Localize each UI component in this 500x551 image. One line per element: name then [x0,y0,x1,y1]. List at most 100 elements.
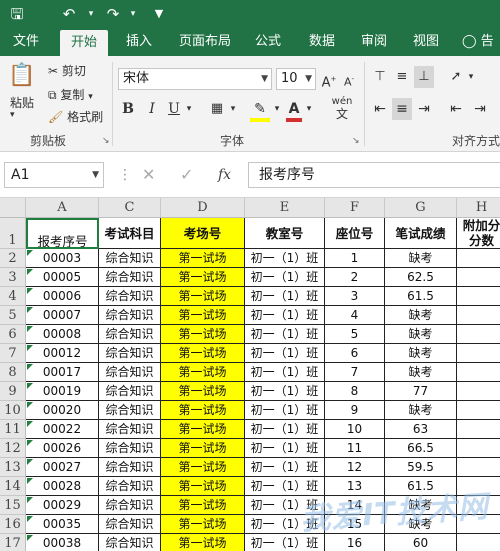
table-cell[interactable]: 00026 [26,439,99,458]
table-cell[interactable]: 11 [325,439,385,458]
table-cell[interactable]: 初一（1）班 [245,268,325,287]
table-cell[interactable]: 00020 [26,401,99,420]
table-cell[interactable]: 第一试场 [161,477,245,496]
table-cell[interactable]: 第一试场 [161,439,245,458]
row-header[interactable]: 13 [0,458,26,477]
tab-tell-me[interactable]: ◯ 告 [462,28,500,56]
font-color-dropdown-icon[interactable]: ▾ [304,98,314,120]
tab-home[interactable]: 开始 [60,30,108,56]
undo-icon[interactable]: ↶ [58,4,80,24]
table-cell[interactable]: 00006 [26,287,99,306]
row-header[interactable]: 12 [0,439,26,458]
table-cell[interactable]: 16 [325,534,385,551]
header-cell[interactable]: 教室号 [245,218,325,249]
table-cell[interactable]: 初一（1）班 [245,306,325,325]
select-all-corner[interactable] [0,198,26,218]
table-cell[interactable]: 59.5 [385,458,457,477]
column-header-e[interactable]: E [245,198,325,218]
copy-button[interactable]: ⧉ 复制 ▾ [48,86,93,103]
table-cell[interactable]: 综合知识 [99,401,161,420]
table-cell[interactable]: 第一试场 [161,344,245,363]
table-cell[interactable]: 63 [385,420,457,439]
row-header[interactable]: 3 [0,268,26,287]
underline-dropdown-icon[interactable]: ▾ [184,98,194,120]
table-cell[interactable]: 综合知识 [99,458,161,477]
table-cell[interactable]: 66.5 [385,439,457,458]
table-cell[interactable]: 初一（1）班 [245,439,325,458]
table-cell[interactable]: 综合知识 [99,420,161,439]
table-cell[interactable]: 00035 [26,515,99,534]
table-cell[interactable]: 缺考 [385,306,457,325]
row-header[interactable]: 5 [0,306,26,325]
tab-file[interactable]: 文件 [4,28,48,56]
header-cell[interactable]: 附加分分数 [457,218,500,249]
tab-review[interactable]: 审阅 [354,28,394,56]
table-cell[interactable]: 00017 [26,363,99,382]
decrease-indent-icon[interactable]: ⇤ [446,98,466,120]
enter-icon[interactable]: ✓ [180,162,193,188]
increase-indent-icon[interactable]: ⇥ [470,98,490,120]
font-launcher-icon[interactable]: ↘ [352,136,360,146]
table-cell[interactable] [457,401,500,420]
table-cell[interactable] [457,382,500,401]
tab-formulas[interactable]: 公式 [248,28,288,56]
name-box[interactable]: A1 ▼ [4,162,104,188]
table-cell[interactable]: 00022 [26,420,99,439]
table-cell[interactable]: 12 [325,458,385,477]
table-cell[interactable]: 初一（1）班 [245,325,325,344]
table-cell[interactable]: 2 [325,268,385,287]
table-cell[interactable]: 综合知识 [99,515,161,534]
row-header[interactable]: 17 [0,534,26,551]
table-cell[interactable]: 第一试场 [161,249,245,268]
table-cell[interactable]: 初一（1）班 [245,401,325,420]
align-center-icon[interactable]: ≡ [392,98,412,120]
header-cell[interactable]: 座位号 [325,218,385,249]
table-cell[interactable]: 综合知识 [99,477,161,496]
header-cell[interactable]: 报考序号 [26,218,99,249]
table-cell[interactable]: 综合知识 [99,363,161,382]
orientation-icon[interactable]: ➚ [446,66,466,88]
table-cell[interactable]: 10 [325,420,385,439]
align-right-icon[interactable]: ⇥ [414,98,434,120]
table-cell[interactable]: 60 [385,534,457,551]
table-cell[interactable] [457,439,500,458]
table-cell[interactable]: 综合知识 [99,344,161,363]
tab-view[interactable]: 视图 [406,28,446,56]
table-cell[interactable]: 初一（1）班 [245,344,325,363]
table-cell[interactable]: 7 [325,363,385,382]
table-cell[interactable]: 综合知识 [99,439,161,458]
font-name-select[interactable]: 宋体 ▼ [118,68,272,90]
align-middle-icon[interactable]: ≡ [392,66,412,88]
table-cell[interactable]: 第一试场 [161,401,245,420]
column-header-h[interactable]: H [457,198,500,218]
table-cell[interactable]: 第一试场 [161,515,245,534]
table-cell[interactable]: 第一试场 [161,268,245,287]
table-cell[interactable]: 00038 [26,534,99,551]
tab-data[interactable]: 数据 [302,28,342,56]
table-cell[interactable] [457,249,500,268]
table-cell[interactable]: 00028 [26,477,99,496]
bold-button[interactable]: B [120,98,136,120]
underline-button[interactable]: U [166,98,182,120]
save-icon[interactable]: 🖫 [6,4,28,24]
table-cell[interactable]: 缺考 [385,401,457,420]
table-cell[interactable]: 00007 [26,306,99,325]
undo-dropdown-icon[interactable]: ▾ [80,4,102,24]
align-bottom-icon[interactable]: ⊥ [414,66,434,88]
cancel-icon[interactable]: ✕ [142,162,155,188]
row-header[interactable]: 10 [0,401,26,420]
font-color-icon[interactable]: A [286,98,302,122]
paste-button[interactable]: 粘贴 [10,94,34,111]
row-header[interactable]: 16 [0,515,26,534]
table-cell[interactable]: 00019 [26,382,99,401]
table-cell[interactable]: 00012 [26,344,99,363]
table-cell[interactable] [457,344,500,363]
tab-page-layout[interactable]: 页面布局 [172,28,238,56]
row-header[interactable]: 11 [0,420,26,439]
table-cell[interactable]: 初一（1）班 [245,287,325,306]
table-cell[interactable]: 第一试场 [161,458,245,477]
customize-icon[interactable]: ▼ [148,4,170,24]
table-cell[interactable]: 00005 [26,268,99,287]
row-header[interactable]: 4 [0,287,26,306]
table-cell[interactable]: 综合知识 [99,287,161,306]
